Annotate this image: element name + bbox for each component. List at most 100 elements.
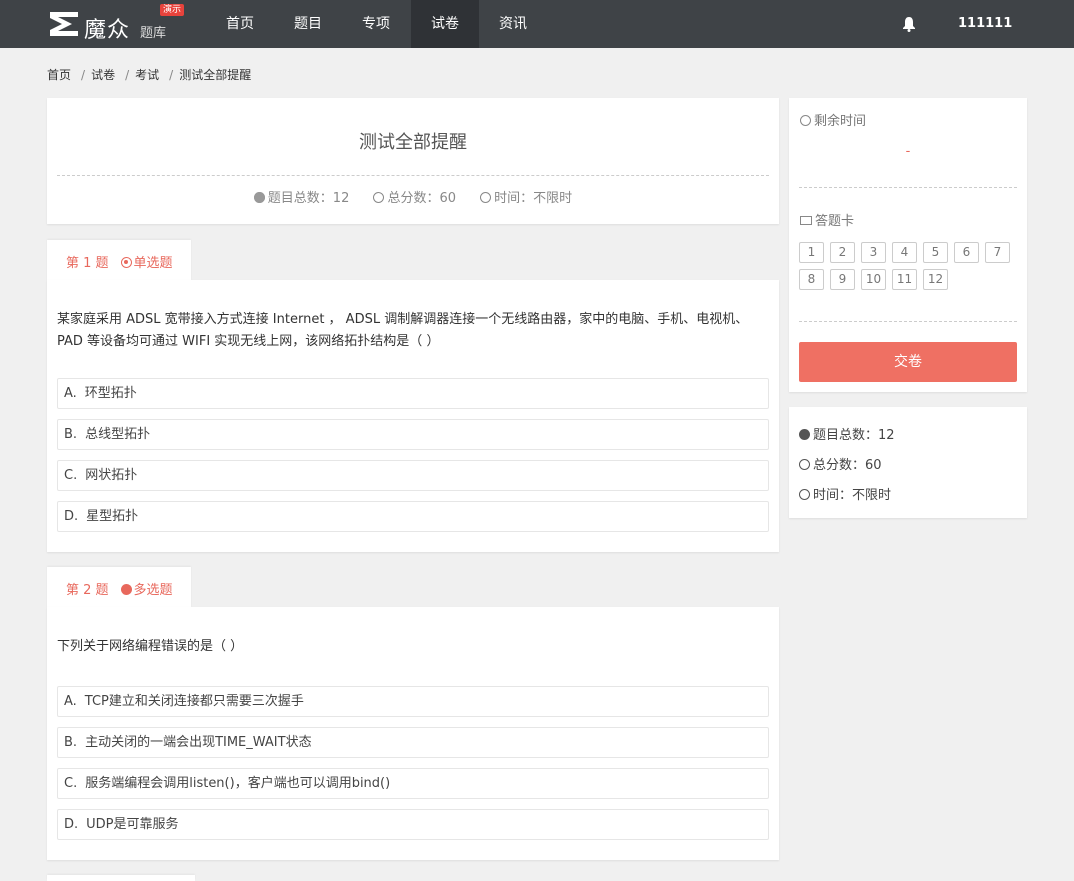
option-a[interactable]: A. 环型拓扑 — [57, 378, 769, 409]
question-nav-12[interactable]: 12 — [923, 269, 948, 290]
option-b[interactable]: B. 主动关闭的一端会出现TIME_WAIT状态 — [57, 727, 769, 758]
option-text: 服务端编程会调用listen()，客户端也可以调用bind() — [85, 776, 391, 791]
nav-questions[interactable]: 题目 — [274, 0, 342, 48]
question-nav-4[interactable]: 4 — [892, 242, 917, 263]
question-2-card: 下列关于网络编程错误的是（ ） A. TCP建立和关闭连接都只需要三次握手 B. 主… — [47, 607, 779, 860]
demo-badge: 演示 — [160, 4, 185, 16]
question-nav-11[interactable]: 11 — [892, 269, 917, 290]
option-a[interactable]: A. TCP建立和关闭连接都只需要三次握手 — [57, 686, 769, 717]
question-nav-8[interactable]: 8 — [799, 269, 824, 290]
question-text: 某家庭采用 ADSL 宽带接入方式连接 Internet ， ADSL 调制解调… — [57, 312, 749, 349]
question-number: 第 1 题 — [66, 256, 109, 271]
logo-text: 魔众 — [84, 18, 131, 43]
card-icon — [800, 216, 812, 225]
paper-title: 测试全部提醒 — [359, 132, 467, 153]
breadcrumb: 首页 / 试卷 / 考试 / 测试全部提醒 — [47, 66, 251, 83]
logo-subtext: 题库 — [140, 26, 167, 41]
question-type: 多选题 — [133, 583, 173, 598]
nav-papers[interactable]: 试卷 — [411, 0, 479, 48]
check-circle-icon — [120, 584, 132, 595]
question-nav-2[interactable]: 2 — [830, 242, 855, 263]
answer-sheet-panel: 剩余时间 - 答题卡 1 2 3 4 5 6 7 8 9 10 11 12 交卷 — [789, 98, 1027, 392]
summary-total-questions: 题目总数：12 — [799, 424, 895, 443]
question-nav-5[interactable]: 5 — [923, 242, 948, 263]
summary-text: 总分数：60 — [813, 458, 882, 473]
question-text: 下列关于网络编程错误的是（ ） — [57, 639, 244, 654]
option-key: B. — [64, 735, 78, 750]
time-limit: 时间：不限时 — [494, 191, 573, 206]
option-key: A. — [64, 694, 77, 709]
logo-mark-icon — [50, 12, 78, 36]
paper-header-card: 测试全部提醒 题目总数：12 总分数：60 时间：不限时 — [47, 98, 779, 224]
user-menu[interactable]: 111111 — [958, 0, 1012, 48]
breadcrumb-papers[interactable]: 试卷 — [91, 66, 115, 83]
clock-icon — [480, 192, 492, 203]
question-nav-9[interactable]: 9 — [830, 269, 855, 290]
breadcrumb-current: 测试全部提醒 — [179, 68, 252, 82]
question-3-tab — [47, 875, 195, 881]
remaining-time-value: - — [905, 144, 911, 159]
option-text: 主动关闭的一端会出现TIME_WAIT状态 — [85, 735, 312, 750]
option-key: A. — [64, 386, 77, 401]
check-circle-icon — [799, 459, 810, 470]
option-key: D. — [64, 509, 79, 524]
question-number: 第 2 题 — [66, 583, 109, 598]
option-key: B. — [64, 427, 78, 442]
divider — [799, 187, 1017, 188]
option-text: UDP是可靠服务 — [86, 817, 179, 832]
breadcrumb-home[interactable]: 首页 — [47, 66, 71, 83]
question-1-card: 某家庭采用 ADSL 宽带接入方式连接 Internet ， ADSL 调制解调… — [47, 280, 779, 552]
summary-text: 时间：不限时 — [813, 488, 892, 503]
option-d[interactable]: D. 星型拓扑 — [57, 501, 769, 532]
gear-icon — [253, 192, 265, 203]
summary-text: 题目总数：12 — [813, 428, 895, 443]
answer-card-text: 答题卡 — [815, 214, 855, 229]
breadcrumb-separator: / — [125, 68, 130, 82]
option-text: 星型拓扑 — [86, 509, 139, 524]
option-text: TCP建立和关闭连接都只需要三次握手 — [84, 694, 304, 709]
paper-meta: 题目总数：12 总分数：60 时间：不限时 — [47, 187, 779, 206]
divider — [799, 321, 1017, 322]
total-questions: 题目总数：12 — [267, 191, 350, 206]
divider — [57, 175, 769, 176]
remaining-time-label: 剩余时间 — [800, 110, 866, 129]
option-c[interactable]: C. 网状拓扑 — [57, 460, 769, 491]
option-text: 环型拓扑 — [84, 386, 137, 401]
nav-news[interactable]: 资讯 — [479, 0, 547, 48]
breadcrumb-exam[interactable]: 考试 — [135, 66, 159, 83]
clock-icon — [799, 489, 810, 500]
radio-icon — [120, 257, 132, 268]
question-1-tab: 第 1 题 单选题 — [47, 240, 191, 282]
top-navbar: 魔众 题库 演示 首页 题目 专项 试卷 资讯 111111 — [0, 0, 1074, 48]
question-nav-1[interactable]: 1 — [799, 242, 824, 263]
remaining-time-text: 剩余时间 — [814, 114, 867, 129]
nav-home[interactable]: 首页 — [206, 0, 274, 48]
question-nav-3[interactable]: 3 — [861, 242, 886, 263]
question-nav-6[interactable]: 6 — [954, 242, 979, 263]
gear-icon — [799, 429, 810, 440]
submit-paper-button[interactable]: 交卷 — [799, 342, 1017, 382]
breadcrumb-separator: / — [169, 68, 174, 82]
clock-icon — [800, 115, 811, 126]
option-d[interactable]: D. UDP是可靠服务 — [57, 809, 769, 840]
option-key: C. — [64, 468, 78, 483]
nav-topics[interactable]: 专项 — [342, 0, 410, 48]
answer-card-label: 答题卡 — [800, 210, 854, 229]
option-key: C. — [64, 776, 78, 791]
breadcrumb-separator: / — [81, 68, 86, 82]
option-b[interactable]: B. 总线型拓扑 — [57, 419, 769, 450]
question-nav-10[interactable]: 10 — [861, 269, 886, 290]
summary-total-score: 总分数：60 — [799, 454, 882, 473]
option-key: D. — [64, 817, 79, 832]
question-2-tab: 第 2 题 多选题 — [47, 567, 191, 609]
summary-time-limit: 时间：不限时 — [799, 484, 891, 503]
check-circle-icon — [373, 192, 385, 203]
option-text: 网状拓扑 — [85, 468, 138, 483]
question-nav-7[interactable]: 7 — [985, 242, 1010, 263]
site-logo[interactable]: 魔众 题库 演示 — [48, 4, 198, 43]
question-type: 单选题 — [133, 256, 173, 271]
option-c[interactable]: C. 服务端编程会调用listen()，客户端也可以调用bind() — [57, 768, 769, 799]
bell-icon[interactable] — [902, 16, 916, 32]
option-text: 总线型拓扑 — [85, 427, 151, 442]
total-score: 总分数：60 — [387, 191, 457, 206]
